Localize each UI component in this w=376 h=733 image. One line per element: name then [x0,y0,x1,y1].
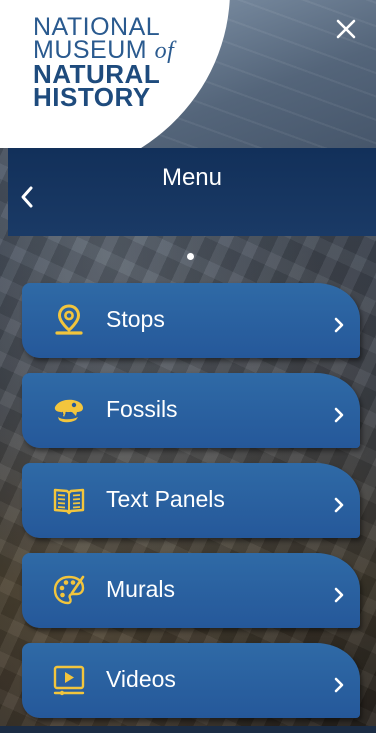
chevron-right-icon [334,677,344,693]
page-indicator-dot [187,253,194,260]
menu-header: Menu [8,148,376,236]
location-pin-icon [55,304,83,335]
chevron-right-icon [334,407,344,423]
menu-item-label: Videos [106,666,176,692]
menu-item-videos[interactable]: Videos [22,643,360,718]
chevron-right-icon [334,587,344,603]
close-button[interactable] [334,18,358,42]
page-title: Menu [161,164,223,191]
menu-item-label: Murals [106,576,176,602]
chevron-right-icon [334,497,344,513]
menu-item-label: Stops [106,306,165,332]
menu-item-label: Text Panels [106,486,225,512]
museum-logo: NATIONAL MUSEUM of NATURAL HISTORY [33,15,174,112]
back-button[interactable] [16,182,38,212]
menu-list: Stops Fossils Text Panels Murals Videos [22,283,360,733]
close-icon [336,19,356,39]
dinosaur-skull-icon [54,399,83,423]
palette-icon [53,575,85,605]
logo-line-history: HISTORY [33,82,151,112]
chevron-right-icon [334,317,344,333]
menu-item-murals[interactable]: Murals [22,553,360,628]
menu-item-fossils[interactable]: Fossils [22,373,360,448]
open-book-icon [53,488,85,515]
video-play-icon [53,665,85,696]
logo-panel: NATIONAL MUSEUM of NATURAL HISTORY [0,0,376,148]
chevron-left-icon [21,186,33,208]
menu-item-label: Fossils [106,396,178,422]
menu-item-stops[interactable]: Stops [22,283,360,358]
menu-item-text-panels[interactable]: Text Panels [22,463,360,538]
